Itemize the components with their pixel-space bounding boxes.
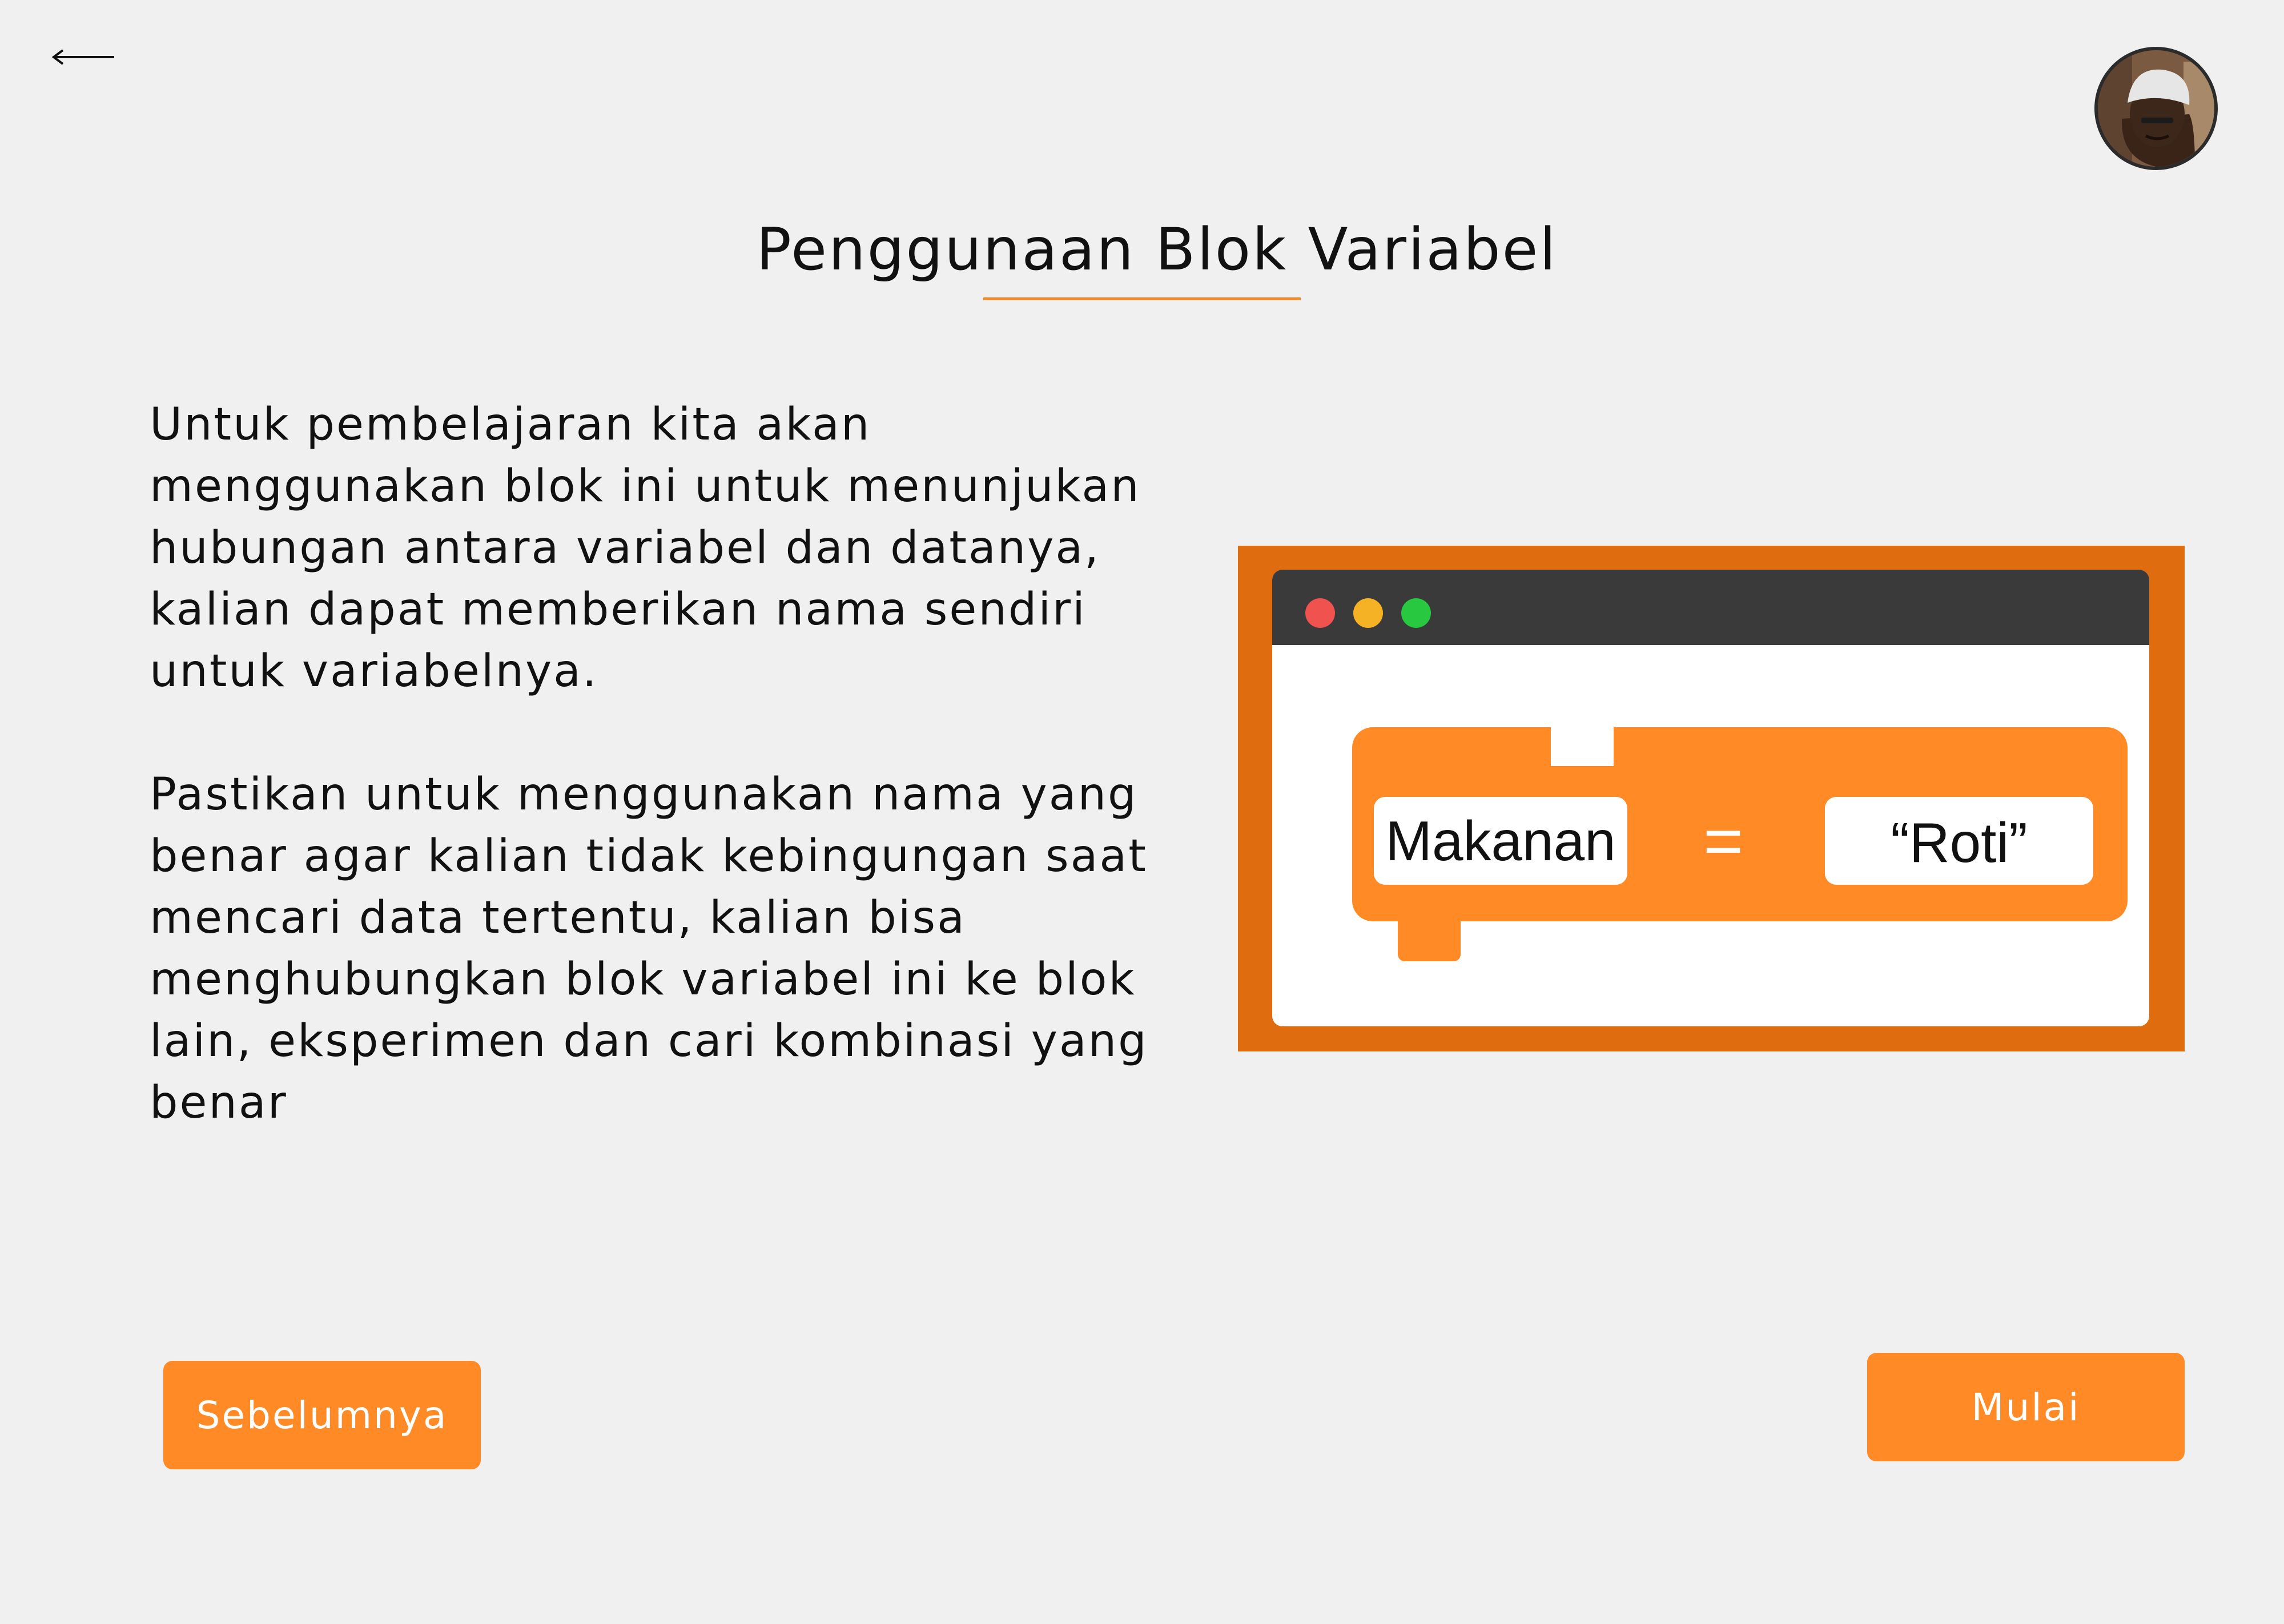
variable-name-field: Makanan	[1374, 797, 1627, 885]
block-top-notch	[1551, 727, 1614, 766]
equals-operator: =	[1703, 803, 1744, 879]
description-text: Untuk pembelajaran kita akan menggunakan…	[150, 394, 1177, 1195]
user-avatar[interactable]	[2094, 47, 2218, 170]
avatar-photo	[2098, 50, 2214, 167]
mock-window: Makanan = “Roti”	[1272, 570, 2149, 1026]
title-underline	[983, 297, 1301, 300]
back-button[interactable]	[50, 35, 119, 75]
description-paragraph-1: Untuk pembelajaran kita akan menggunakan…	[150, 399, 1141, 697]
previous-button[interactable]: Sebelumnya	[163, 1361, 481, 1469]
start-button[interactable]: Mulai	[1867, 1353, 2185, 1461]
description-paragraph-2: Pastikan untuk menggunakan nama yang ben…	[150, 769, 1148, 1129]
window-minimize-dot-icon	[1353, 598, 1383, 628]
window-title-bar	[1272, 570, 2149, 645]
variable-block: Makanan = “Roti”	[1352, 727, 2128, 921]
page-title: Penggunaan Blok Variabel	[756, 216, 1558, 284]
block-bottom-connector	[1398, 913, 1461, 961]
variable-value-field: “Roti”	[1825, 797, 2093, 885]
window-close-dot-icon	[1305, 598, 1335, 628]
window-maximize-dot-icon	[1401, 598, 1431, 628]
variable-block-illustration: Makanan = “Roti”	[1238, 546, 2185, 1051]
arrow-left-icon	[51, 49, 114, 65]
